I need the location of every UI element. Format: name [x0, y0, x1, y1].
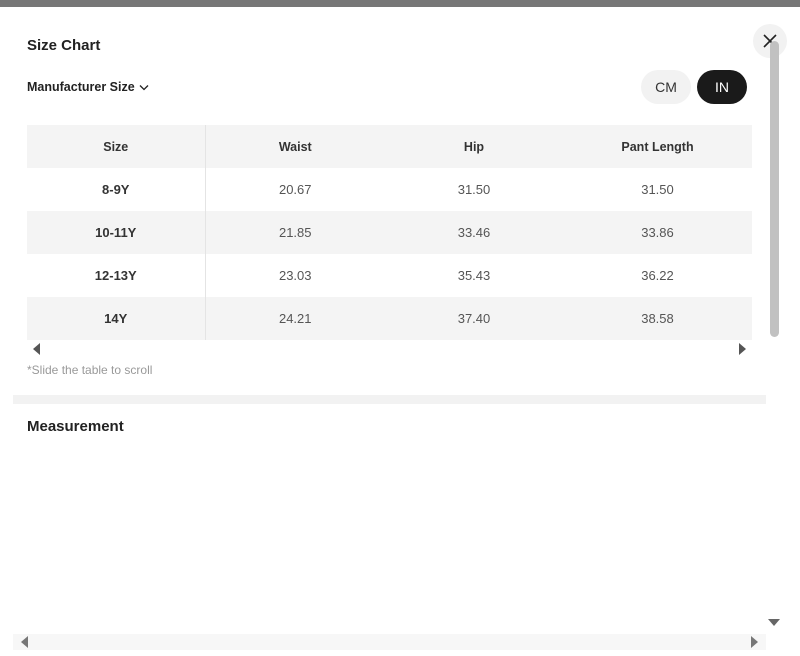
size-cell: 12-13Y [27, 254, 206, 297]
column-header-pant-length: Pant Length [563, 125, 752, 168]
hip-cell: 33.46 [385, 211, 563, 254]
table-row: 10-11Y 21.85 33.46 33.86 [27, 211, 752, 254]
section-divider [13, 395, 766, 404]
arrow-left-icon[interactable] [21, 636, 28, 648]
unit-in-button[interactable]: IN [697, 70, 747, 104]
arrow-down-icon[interactable] [768, 619, 780, 626]
table-header-row: Size Waist Hip Pant Length [27, 125, 752, 168]
unit-cm-button[interactable]: CM [641, 70, 691, 104]
pant-length-cell: 38.58 [563, 297, 752, 340]
arrow-left-icon[interactable] [33, 343, 40, 355]
unit-toggle: CM IN [641, 70, 747, 104]
hip-cell: 31.50 [385, 168, 563, 211]
table-row: 14Y 24.21 37.40 38.58 [27, 297, 752, 340]
pant-length-cell: 31.50 [563, 168, 752, 211]
hip-cell: 37.40 [385, 297, 563, 340]
column-header-hip: Hip [385, 125, 563, 168]
chevron-down-icon [139, 84, 149, 90]
column-header-size: Size [27, 125, 206, 168]
hip-cell: 35.43 [385, 254, 563, 297]
measurement-title: Measurement [27, 418, 124, 435]
size-selector-label: Manufacturer Size [27, 80, 135, 94]
pant-length-cell: 36.22 [563, 254, 752, 297]
horizontal-scrollbar[interactable] [13, 634, 766, 650]
table-row: 8-9Y 20.67 31.50 31.50 [27, 168, 752, 211]
arrow-right-icon[interactable] [739, 343, 746, 355]
pant-length-cell: 33.86 [563, 211, 752, 254]
waist-cell: 24.21 [205, 297, 385, 340]
table-row: 12-13Y 23.03 35.43 36.22 [27, 254, 752, 297]
size-cell: 14Y [27, 297, 206, 340]
column-header-waist: Waist [205, 125, 385, 168]
vertical-scrollbar-thumb[interactable] [770, 41, 779, 337]
manufacturer-size-dropdown[interactable]: Manufacturer Size [27, 80, 149, 94]
size-chart-modal: Size Chart Manufacturer Size CM IN Size … [0, 7, 800, 656]
scroll-hint: *Slide the table to scroll [27, 363, 153, 377]
size-cell: 10-11Y [27, 211, 206, 254]
waist-cell: 20.67 [205, 168, 385, 211]
size-table: Size Waist Hip Pant Length 8-9Y 20.67 31… [27, 125, 752, 340]
size-cell: 8-9Y [27, 168, 206, 211]
modal-title: Size Chart [27, 37, 101, 54]
table-scroll-controls [27, 341, 752, 357]
waist-cell: 23.03 [205, 254, 385, 297]
size-table-container[interactable]: Size Waist Hip Pant Length 8-9Y 20.67 31… [27, 125, 752, 340]
waist-cell: 21.85 [205, 211, 385, 254]
top-bar [0, 0, 800, 7]
arrow-right-icon[interactable] [751, 636, 758, 648]
